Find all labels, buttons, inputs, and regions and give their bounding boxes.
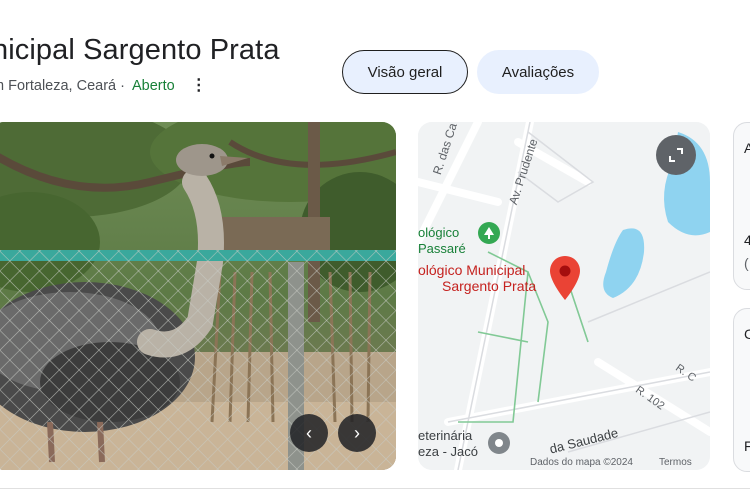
ostrich-photo [0,122,396,470]
map-vet-label-2: eza - Jacó [418,444,478,459]
side-card-number: 4 [744,232,750,248]
expand-map-button[interactable] [656,135,696,175]
map-preview[interactable]: R. das Ca Av. Prudente ológico Passaré o… [418,122,710,470]
previous-photo-button[interactable]: ‹ [290,414,328,452]
park-pin-icon [478,222,500,244]
map-poi-label-2: Passaré [418,241,466,256]
map-poi-label-1: ológico [418,225,460,240]
map-place-label-2: Sargento Prata [442,278,537,294]
tab-overview[interactable]: Visão geral [342,50,468,94]
place-photo[interactable]: ‹ › [0,122,396,470]
divider [0,488,750,489]
place-location: m Fortaleza, Ceará [0,78,117,94]
vet-pin-icon [488,432,510,454]
map-place-label-1: ológico Municipal [418,262,526,278]
fullscreen-icon [669,148,683,162]
location-marker-icon[interactable] [550,256,580,305]
map-vet-label-1: eterinária [418,428,473,443]
side-card-letter-c: C [744,326,750,342]
map-terms-link[interactable]: Termos [659,457,692,468]
separator: · [120,78,125,94]
place-title: nicipal Sargento Prata [0,34,280,66]
side-card-letter-f: F [744,438,750,454]
next-photo-button[interactable]: › [338,414,376,452]
more-vert-icon[interactable]: ⋮ [191,78,207,94]
open-status: Aberto [131,78,175,94]
tab-reviews[interactable]: Avaliações [477,50,599,94]
side-card-paren: ( [744,255,749,271]
side-card-letter-a: A [744,140,750,156]
map-attribution: Dados do mapa ©2024 [530,457,633,468]
place-subline: m Fortaleza, Ceará · Aberto ⋮ [0,78,207,95]
